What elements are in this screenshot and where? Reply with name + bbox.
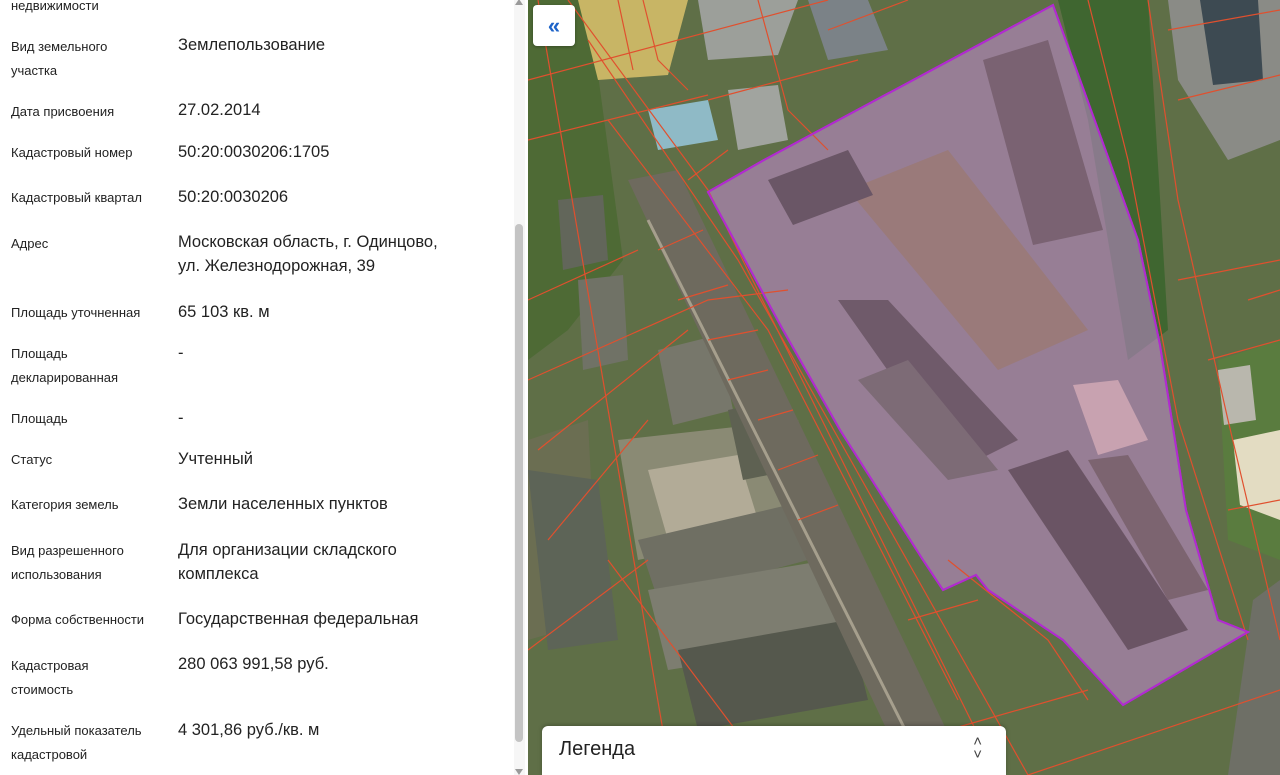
scroll-up-arrow-icon[interactable]	[515, 0, 523, 5]
building	[1218, 365, 1256, 425]
building	[578, 275, 628, 370]
up-down-chevron-icon[interactable]: ˄ ˅	[973, 734, 982, 762]
collapse-panel-button[interactable]: «	[533, 5, 575, 46]
assignment-date-value: 27.02.2014	[178, 101, 261, 119]
declared-area-value: -	[178, 344, 184, 362]
specified-area-value: 65 103 кв. м	[178, 303, 270, 321]
specific-indicator-label: Удельный показатель кадастровой	[11, 723, 142, 762]
ownership-form-value: Государственная федеральная	[178, 610, 419, 628]
cadastral-block-label: Кадастровый квартал	[11, 190, 142, 205]
declared-area-label: Площадь декларированная	[11, 346, 119, 385]
land-category-label: Категория земель	[11, 497, 119, 512]
specified-area-label: Площадь уточненная	[11, 305, 141, 320]
land-plot-type-label: Вид земельного участка	[11, 39, 108, 78]
cadastral-value-value: 280 063 991,58 руб.	[178, 655, 329, 673]
permitted-use-label: Вид разрешенного использования	[11, 543, 124, 582]
land-plot-type-value: Землепользование	[178, 36, 326, 54]
cadastral-number-label: Кадастровый номер	[11, 145, 133, 160]
building	[728, 85, 788, 150]
scrollbar-thumb[interactable]	[515, 224, 523, 742]
assignment-date-label: Дата присвоения	[11, 104, 115, 119]
property-info-panel: недвижимости Вид земельного участка Земл…	[0, 0, 528, 775]
double-chevron-left-icon: «	[547, 12, 561, 38]
ownership-form-label: Форма собственности	[11, 612, 145, 627]
status-value: Учтенный	[178, 450, 253, 468]
cadastral-number-value: 50:20:0030206:1705	[178, 143, 330, 161]
area-value: -	[178, 409, 184, 427]
area-label: Площадь	[11, 411, 68, 426]
building	[558, 195, 608, 270]
cadastral-value-label: Кадастровая стоимость	[11, 658, 89, 697]
specific-indicator-value: 4 301,86 руб./кв. м	[178, 721, 320, 739]
land-category-value: Земли населенных пунктов	[178, 495, 388, 513]
map-canvas[interactable]	[528, 0, 1280, 775]
permitted-use-value: Для организации складского комплекса	[178, 541, 397, 583]
status-label: Статус	[11, 452, 53, 467]
scroll-down-arrow-icon[interactable]	[515, 769, 523, 775]
satellite-map[interactable]	[528, 0, 1280, 775]
cut-heading-label: недвижимости	[11, 0, 99, 13]
legend-label: Легенда	[559, 738, 636, 760]
cadastral-block-value: 50:20:0030206	[178, 188, 289, 206]
legend-dropdown[interactable]: Легенда ˄ ˅	[542, 726, 1006, 775]
address-value: Московская область, г. Одинцово, ул. Жел…	[178, 233, 438, 275]
address-label: Адрес	[11, 236, 49, 251]
panel-scrollbar[interactable]	[514, 0, 525, 775]
